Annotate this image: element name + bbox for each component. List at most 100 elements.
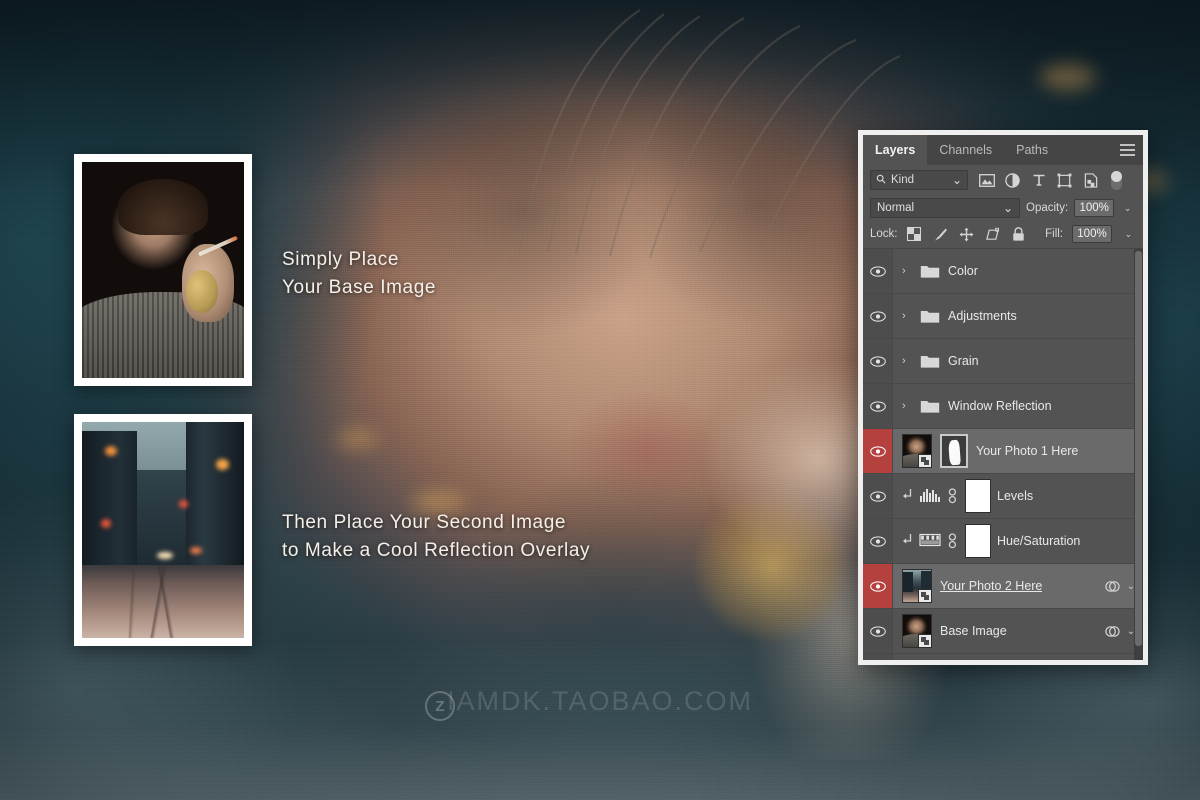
clipping-mask-icon: [902, 533, 913, 549]
smart-object-filter-icon[interactable]: [1082, 172, 1099, 189]
group-disclosure-icon[interactable]: ›: [902, 310, 912, 322]
layer-visibility-toggle[interactable]: [863, 294, 893, 338]
eye-icon: [869, 535, 886, 547]
layer-name[interactable]: Grain: [948, 354, 979, 368]
mockup-canvas: Simply Place Your Base Image Then Place …: [0, 0, 1200, 800]
hue-saturation-gradient-icon[interactable]: [919, 532, 941, 550]
blend-mode-select[interactable]: Normal ⌄: [870, 198, 1020, 218]
fill-label: Fill:: [1045, 228, 1063, 240]
filter-toggle-switch[interactable]: [1111, 170, 1122, 190]
table-row[interactable]: Background: [863, 654, 1143, 660]
layer-list: › Color › Adjustments › Grain › Window R…: [863, 248, 1143, 660]
layer-thumbnail[interactable]: [902, 434, 932, 468]
table-row[interactable]: › Window Reflection: [863, 384, 1143, 429]
eye-icon: [869, 400, 886, 412]
layer-visibility-toggle[interactable]: [863, 384, 893, 428]
watermark-text: IAMDK.TAOBAO.COM: [446, 686, 754, 716]
lock-position-icon[interactable]: [959, 227, 974, 242]
link-layer-mask-icon[interactable]: [947, 533, 959, 549]
tab-paths[interactable]: Paths: [1004, 135, 1061, 165]
lock-all-icon[interactable]: [1011, 226, 1026, 242]
layer-list-scrollbar[interactable]: [1134, 249, 1143, 660]
table-row[interactable]: Hue/Saturation: [863, 519, 1143, 564]
folder-icon: [920, 263, 940, 279]
lock-label: Lock:: [870, 228, 898, 240]
blend-mode-row: Normal ⌄ Opacity: 100% ⌄: [863, 195, 1143, 222]
panel-tab-bar: Layers Channels Paths: [863, 135, 1143, 165]
layers-panel: Layers Channels Paths Kind ⌄ Normal ⌄ Op…: [858, 130, 1148, 665]
layer-visibility-toggle[interactable]: [863, 474, 893, 518]
layer-visibility-toggle[interactable]: [863, 609, 893, 653]
chevron-down-icon: ⌄: [951, 173, 962, 187]
eye-icon: [869, 625, 886, 637]
layer-visibility-toggle[interactable]: [863, 654, 893, 660]
table-row[interactable]: Levels: [863, 474, 1143, 519]
table-row[interactable]: Base Image ⌄: [863, 609, 1143, 654]
group-disclosure-icon[interactable]: ›: [902, 265, 912, 277]
layer-name[interactable]: Your Photo 2 Here: [940, 579, 1042, 593]
layer-effects-icon[interactable]: [1104, 624, 1121, 639]
table-row[interactable]: › Color: [863, 249, 1143, 294]
layer-name[interactable]: Your Photo 1 Here: [976, 444, 1078, 458]
layer-thumbnail[interactable]: [902, 569, 932, 603]
search-icon: [876, 174, 886, 187]
group-disclosure-icon[interactable]: ›: [902, 400, 912, 412]
filter-kind-label: Kind: [891, 174, 915, 186]
pixel-layer-filter-icon[interactable]: [978, 172, 995, 189]
layer-filter-row: Kind ⌄: [863, 165, 1143, 195]
adjustment-layer-filter-icon[interactable]: [1004, 172, 1021, 189]
fill-input[interactable]: 100%: [1072, 225, 1112, 243]
preview-street-thumbnail: [82, 422, 244, 638]
eye-icon: [869, 445, 886, 457]
filter-kind-select[interactable]: Kind ⌄: [870, 170, 968, 190]
levels-histogram-icon[interactable]: [919, 487, 941, 505]
scrollbar-thumb[interactable]: [1135, 251, 1142, 646]
layer-name[interactable]: Hue/Saturation: [997, 534, 1080, 548]
layer-visibility-toggle[interactable]: [863, 564, 893, 608]
eye-icon: [869, 490, 886, 502]
layer-thumbnail[interactable]: [902, 614, 932, 648]
opacity-input[interactable]: 100%: [1074, 199, 1115, 217]
link-layer-mask-icon[interactable]: [947, 488, 959, 504]
layer-name[interactable]: Window Reflection: [948, 399, 1052, 413]
table-row[interactable]: › Adjustments: [863, 294, 1143, 339]
layer-visibility-toggle[interactable]: [863, 429, 893, 473]
layer-mask-thumbnail[interactable]: [965, 524, 991, 558]
layer-name[interactable]: Levels: [997, 489, 1033, 503]
preview-portrait-thumbnail: [82, 162, 244, 378]
layer-visibility-toggle[interactable]: [863, 249, 893, 293]
preview-card-base-image: [74, 154, 252, 386]
chevron-down-icon: ⌄: [1002, 201, 1013, 215]
tab-layers[interactable]: Layers: [863, 135, 928, 165]
folder-icon: [920, 353, 940, 369]
type-layer-filter-icon[interactable]: [1030, 172, 1047, 189]
layer-visibility-toggle[interactable]: [863, 519, 893, 563]
eye-icon: [869, 310, 886, 322]
table-row[interactable]: Your Photo 1 Here: [863, 429, 1143, 474]
layer-mask-thumbnail[interactable]: [940, 434, 968, 468]
lock-artboard-nesting-icon[interactable]: [985, 227, 1000, 242]
tab-channels[interactable]: Channels: [927, 135, 1005, 165]
layer-name[interactable]: Color: [948, 264, 978, 278]
layer-name[interactable]: Base Image: [940, 624, 1007, 638]
hamburger-menu-icon[interactable]: [1120, 144, 1135, 156]
lock-transparent-pixels-icon[interactable]: [907, 227, 922, 242]
table-row[interactable]: › Grain: [863, 339, 1143, 384]
shape-layer-filter-icon[interactable]: [1056, 172, 1073, 189]
lock-row: Lock: Fill: 100% ⌄: [863, 222, 1143, 248]
smart-object-badge-icon: [918, 589, 931, 602]
layer-effects-icon[interactable]: [1104, 579, 1121, 594]
folder-icon: [920, 308, 940, 324]
caption-second-image: Then Place Your Second Image to Make a C…: [282, 512, 591, 561]
lock-image-pixels-icon[interactable]: [933, 227, 948, 242]
layer-visibility-toggle[interactable]: [863, 339, 893, 383]
table-row[interactable]: Your Photo 2 Here ⌄: [863, 564, 1143, 609]
watermark-badge-icon: Z: [425, 691, 455, 721]
layer-mask-thumbnail[interactable]: [965, 479, 991, 513]
caption-base-image: Simply Place Your Base Image: [282, 249, 437, 298]
layer-thumbnail[interactable]: [902, 659, 932, 660]
fill-chevron-down-icon[interactable]: ⌄: [1121, 225, 1136, 243]
group-disclosure-icon[interactable]: ›: [902, 355, 912, 367]
opacity-chevron-down-icon[interactable]: ⌄: [1120, 199, 1135, 217]
layer-name[interactable]: Adjustments: [948, 309, 1017, 323]
